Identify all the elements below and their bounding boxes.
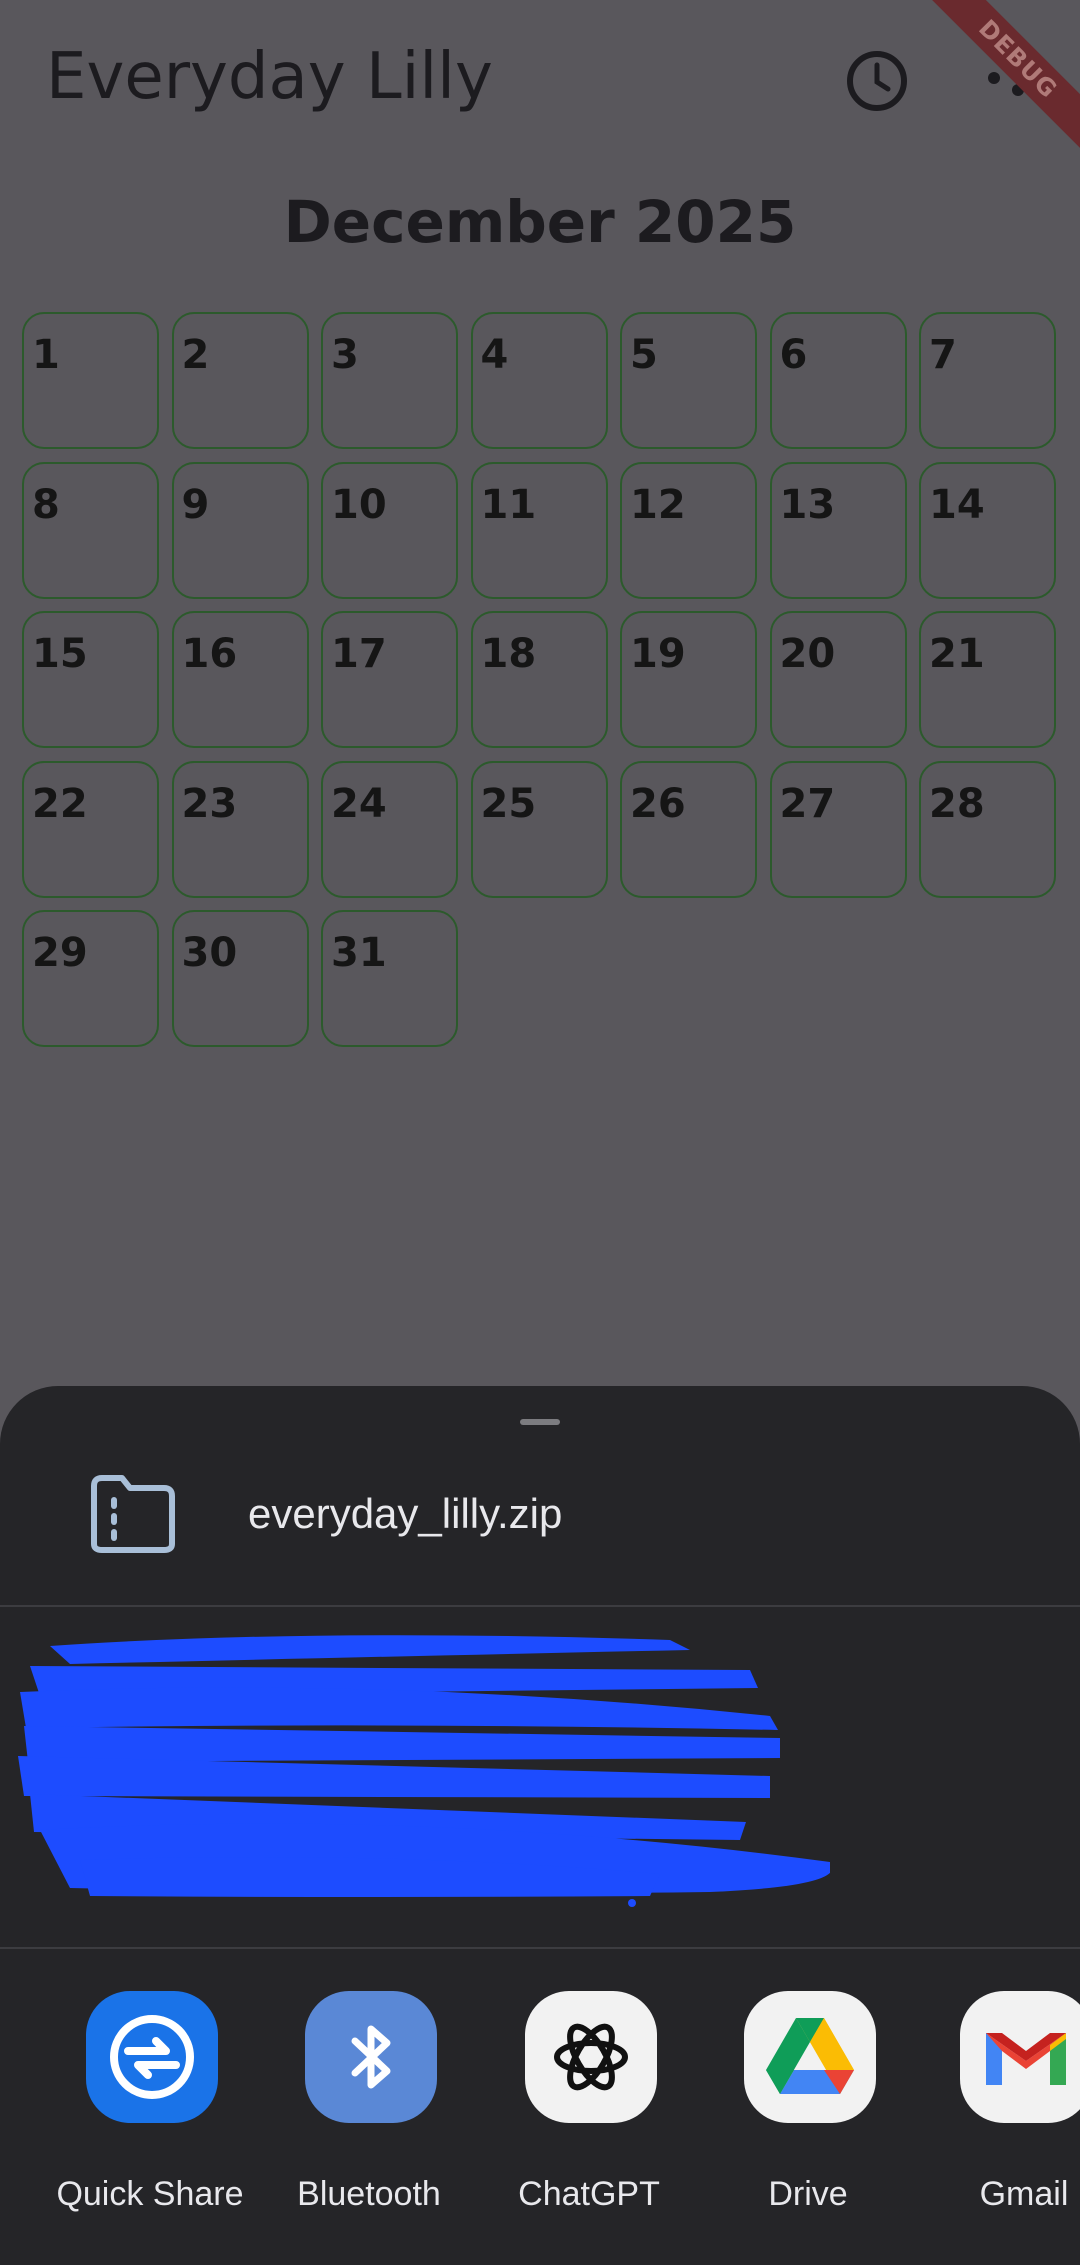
divider	[0, 1947, 1080, 1949]
share-target-label: Quick Share	[56, 2175, 244, 2213]
day-number: 11	[480, 481, 537, 528]
day-number: 22	[32, 780, 88, 827]
day-number: 17	[331, 631, 387, 677]
calendar-day[interactable]: 21	[919, 611, 1056, 748]
share-target-label: Bluetooth	[297, 2175, 441, 2213]
day-number: 26	[630, 780, 686, 827]
day-number: 23	[181, 780, 238, 827]
calendar-day[interactable]: 13	[769, 461, 907, 599]
day-number: 27	[779, 780, 836, 827]
bluetooth-icon	[305, 1991, 437, 2123]
more-options-icon[interactable]	[984, 56, 1028, 100]
share-target-label: ChatGPT	[518, 2175, 660, 2213]
calendar-grid: 1 2 3 4 5 6 7 8 9 10 11 12 13 14 15 16 17 18 19 20 21 22 23 24 2…	[22, 312, 1056, 1047]
chatgpt-icon	[525, 1991, 657, 2123]
gmail-icon	[960, 1991, 1080, 2123]
day-number: 10	[331, 481, 387, 528]
calendar-day[interactable]: 2	[171, 312, 309, 449]
calendar-day[interactable]: 11	[470, 461, 608, 599]
share-target-drive[interactable]: Drive	[698, 1991, 918, 2265]
day-number: 21	[929, 631, 985, 677]
day-number: 19	[630, 631, 686, 677]
calendar-day[interactable]: 19	[620, 611, 757, 748]
calendar-day[interactable]: 9	[171, 461, 309, 599]
calendar-day[interactable]: 5	[620, 312, 757, 449]
day-number: 6	[779, 332, 808, 378]
day-number: 14	[929, 481, 985, 528]
calendar-day[interactable]: 10	[321, 461, 458, 599]
calendar-day[interactable]: 4	[470, 312, 608, 449]
share-target-bluetooth[interactable]: Bluetooth	[259, 1991, 479, 2265]
calendar-day[interactable]: 22	[22, 760, 159, 898]
calendar-day[interactable]: 24	[321, 760, 458, 898]
calendar-day[interactable]: 14	[919, 461, 1056, 599]
day-number: 18	[480, 631, 537, 677]
calendar-day[interactable]: 7	[919, 312, 1056, 449]
day-number: 24	[331, 780, 387, 827]
day-number: 20	[779, 631, 836, 677]
day-number: 8	[32, 481, 60, 528]
calendar-day[interactable]: 28	[919, 760, 1056, 898]
quick-share-icon	[86, 1991, 218, 2123]
share-target-label: Drive	[768, 2175, 848, 2213]
calendar-day[interactable]: 23	[171, 760, 309, 898]
day-number: 4	[480, 332, 509, 378]
share-target-gmail[interactable]: Gmail	[914, 1991, 1080, 2265]
calendar-day[interactable]: 27	[769, 760, 907, 898]
calendar-day[interactable]: 12	[620, 461, 757, 599]
share-sheet: everyday_lilly.zip Quick Share Bluetooth…	[0, 1386, 1080, 2265]
day-number: 9	[181, 481, 210, 528]
calendar-day[interactable]: 1	[22, 312, 159, 449]
file-name: everyday_lilly.zip	[248, 1490, 563, 1537]
redacted-scribble	[18, 1635, 830, 1907]
calendar-day[interactable]: 15	[22, 611, 159, 748]
day-number: 25	[480, 780, 537, 827]
folder-zip-icon	[91, 1475, 175, 1553]
drive-icon	[744, 1991, 876, 2123]
calendar-day[interactable]: 29	[22, 910, 159, 1047]
day-number: 16	[181, 631, 238, 677]
share-target-quick-share[interactable]: Quick Share	[40, 1991, 260, 2265]
day-number: 31	[331, 930, 387, 976]
calendar-day[interactable]: 25	[470, 760, 608, 898]
calendar-day[interactable]: 17	[321, 611, 458, 748]
share-target-chatgpt[interactable]: ChatGPT	[479, 1991, 699, 2265]
day-number: 3	[331, 332, 359, 378]
drag-handle[interactable]	[520, 1419, 560, 1425]
calendar-day[interactable]: 8	[22, 461, 159, 599]
day-number: 15	[32, 631, 88, 677]
calendar-day[interactable]: 26	[620, 760, 757, 898]
calendar-day[interactable]: 30	[171, 910, 309, 1047]
day-number: 5	[630, 332, 658, 378]
day-number: 7	[929, 332, 957, 378]
day-number: 2	[181, 332, 210, 378]
share-targets: Quick Share Bluetooth ChatGPT Drive Gmai…	[0, 1991, 1080, 2265]
day-number: 12	[630, 481, 686, 528]
app-bar: Everyday Lilly	[0, 0, 1080, 160]
calendar-day[interactable]: 18	[470, 611, 608, 748]
clock-icon[interactable]	[844, 48, 910, 114]
calendar-day[interactable]: 6	[769, 312, 907, 449]
day-number: 13	[779, 481, 836, 528]
calendar-day[interactable]: 3	[321, 312, 458, 449]
day-number: 28	[929, 780, 985, 827]
calendar-day[interactable]: 31	[321, 910, 458, 1047]
divider	[0, 1605, 1080, 1607]
day-number: 29	[32, 930, 88, 976]
month-title: December 2025	[283, 188, 797, 256]
day-number: 1	[32, 332, 60, 378]
calendar-day[interactable]: 16	[171, 611, 309, 748]
day-number: 30	[181, 930, 238, 976]
share-target-label: Gmail	[979, 2175, 1069, 2213]
calendar-day[interactable]: 20	[769, 611, 907, 748]
app-title: Everyday Lilly	[46, 40, 493, 114]
